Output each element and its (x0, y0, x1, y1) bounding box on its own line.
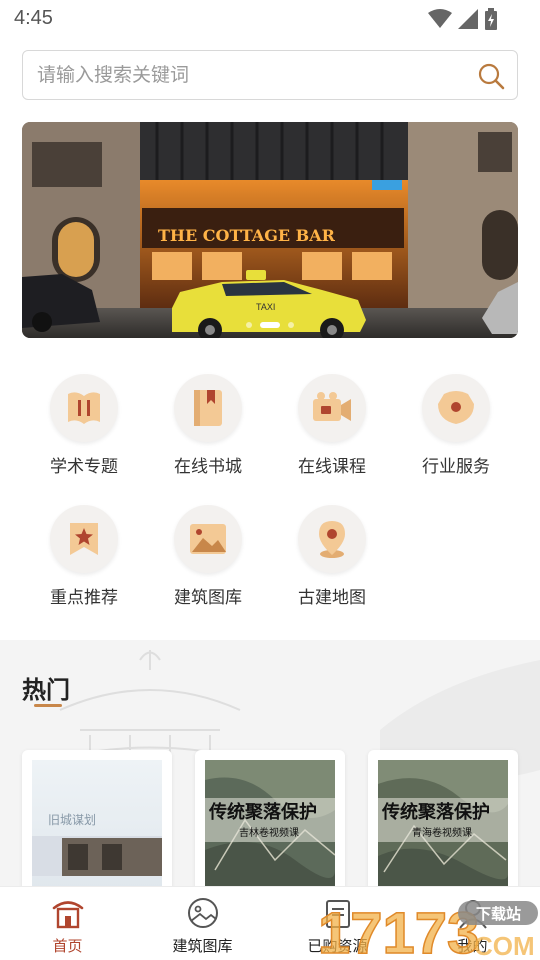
card-subtitle: 青海卷视频课 (412, 826, 472, 839)
hot-section-title: 热门 (22, 676, 70, 704)
search-input[interactable] (37, 51, 457, 99)
site-watermark: 17173 下载站 COM (318, 900, 538, 960)
battery-icon (485, 8, 497, 30)
category-industry-services[interactable]: 行业服务 (406, 374, 506, 477)
service-icon (438, 391, 474, 424)
category-label: 行业服务 (422, 457, 490, 477)
category-ancient-building-map[interactable]: 古建地图 (282, 505, 382, 608)
category-label: 学术专题 (50, 457, 118, 477)
category-online-bookstore[interactable]: 在线书城 (158, 374, 258, 477)
status-time: 4:45 (14, 7, 53, 29)
search-icon[interactable] (477, 62, 505, 90)
category-label: 建筑图库 (174, 588, 242, 608)
book-cover-old-city: 旧城谋划 (32, 760, 162, 890)
carousel-dot[interactable] (288, 322, 294, 328)
wifi-icon (428, 9, 452, 28)
card-title: 传统聚落保护 (381, 801, 490, 823)
search-box[interactable] (22, 50, 518, 100)
card-title: 传统聚落保护 (208, 801, 317, 823)
category-label: 在线课程 (298, 457, 366, 477)
book-cover-qinghai: 传统聚落保护 青海卷视频课 (378, 760, 508, 890)
category-featured[interactable]: 重点推荐 (34, 505, 134, 608)
watermark-text: 17173 (318, 901, 479, 960)
hot-title-underline (34, 704, 62, 707)
nav-label: 建筑图库 (172, 937, 233, 955)
card-subtitle: 吉林卷视频课 (239, 826, 299, 839)
watermark-badge: 下载站 (476, 905, 521, 923)
banner-image[interactable]: THE COTTAGE BAR TAXI (22, 122, 518, 338)
bookmark-book-icon (194, 390, 222, 426)
book-icon (68, 392, 100, 424)
signal-icon (458, 9, 478, 29)
home-icon (52, 901, 83, 929)
nav-label: 首页 (52, 937, 83, 955)
hot-card-cover[interactable]: 旧城谋划 (32, 760, 162, 890)
category-online-courses[interactable]: 在线课程 (282, 374, 382, 477)
star-badge-icon (70, 523, 98, 555)
hot-card-1[interactable]: 旧城谋划 (22, 750, 172, 890)
carousel-dot[interactable] (246, 322, 252, 328)
card-title: 旧城谋划 (48, 813, 96, 827)
hot-card-cover[interactable]: 传统聚落保护 青海卷视频课 (378, 760, 508, 890)
video-camera-icon (313, 392, 351, 421)
carousel-dot-active[interactable] (260, 322, 280, 328)
hot-card-3[interactable]: 传统聚落保护 青海卷视频课 (368, 750, 518, 890)
status-icons (428, 8, 498, 30)
category-academic-topics[interactable]: 学术专题 (34, 374, 134, 477)
banner-carousel[interactable]: THE COTTAGE BAR TAXI (22, 122, 518, 338)
book-cover-jilin: 传统聚落保护 吉林卷视频课 (205, 760, 335, 890)
bar-sign-text: THE COTTAGE BAR (158, 226, 336, 245)
map-pin-icon (319, 521, 345, 558)
category-label: 古建地图 (298, 588, 366, 608)
image-gallery-icon (190, 524, 226, 554)
watermark-domain: COM (474, 931, 535, 960)
taxi-text: TAXI (256, 302, 275, 312)
category-architecture-gallery[interactable]: 建筑图库 (158, 505, 258, 608)
carousel-indicator[interactable] (22, 322, 518, 328)
status-bar: 4:45 (0, 0, 540, 38)
hot-card-2[interactable]: 传统聚落保护 吉林卷视频课 (195, 750, 345, 890)
category-label: 重点推荐 (50, 588, 118, 608)
gallery-icon (187, 898, 218, 928)
hot-card-cover[interactable]: 传统聚落保护 吉林卷视频课 (205, 760, 335, 890)
category-label: 在线书城 (174, 457, 242, 477)
nav-architecture-gallery[interactable]: 建筑图库 (135, 887, 270, 960)
hot-section: 热门 旧城谋划 传统聚落保护 吉林卷视频课 传统聚落保护 青海卷视频课 (0, 640, 540, 890)
nav-home[interactable]: 首页 (0, 887, 135, 960)
